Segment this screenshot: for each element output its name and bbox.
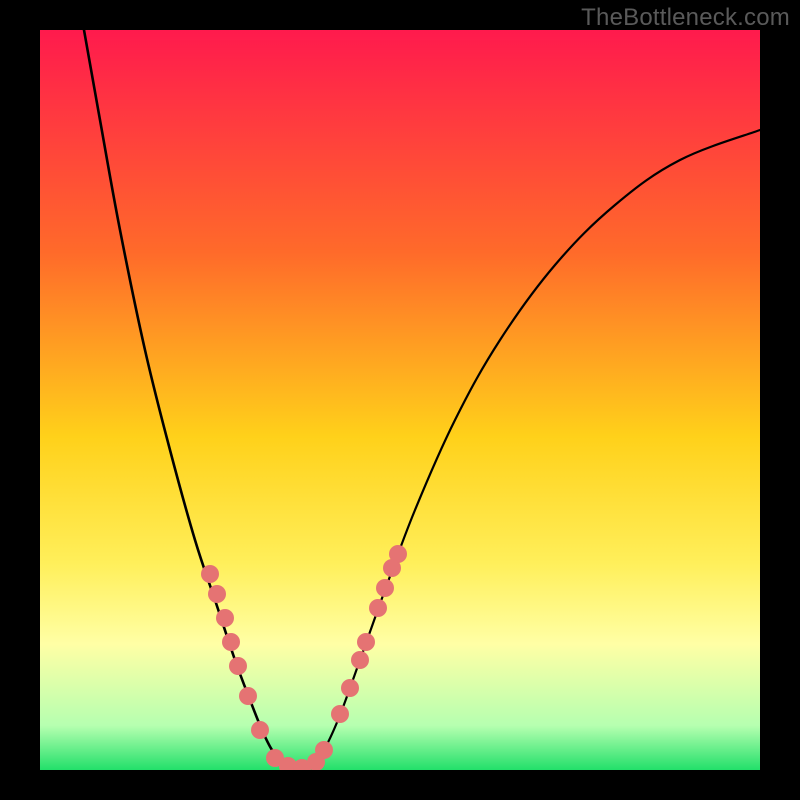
data-marker	[208, 585, 226, 603]
data-marker	[389, 545, 407, 563]
data-marker	[222, 633, 240, 651]
watermark-text: TheBottleneck.com	[581, 4, 790, 32]
data-marker	[351, 651, 369, 669]
data-marker	[201, 565, 219, 583]
data-marker	[376, 579, 394, 597]
gradient-panel	[40, 30, 760, 770]
data-marker	[251, 721, 269, 739]
data-marker	[369, 599, 387, 617]
data-marker	[239, 687, 257, 705]
data-marker	[331, 705, 349, 723]
chart-stage: { "watermark": { "text": "TheBottleneck.…	[0, 0, 800, 800]
data-marker	[216, 609, 234, 627]
data-marker	[341, 679, 359, 697]
data-marker	[229, 657, 247, 675]
bottleneck-chart	[0, 0, 800, 800]
data-marker	[357, 633, 375, 651]
data-marker	[315, 741, 333, 759]
